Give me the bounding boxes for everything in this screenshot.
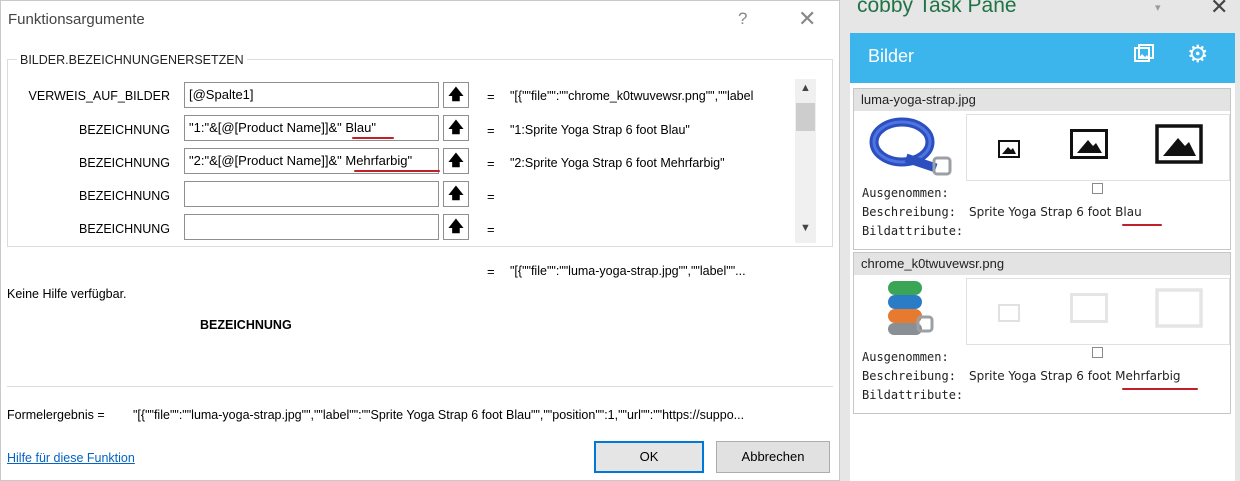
arg-result: "2:Sprite Yoga Strap 6 foot Mehrfarbig"	[510, 156, 725, 170]
description-label: Beschreibung:	[862, 205, 956, 219]
image-medium-icon[interactable]	[1070, 293, 1108, 326]
image-large-icon[interactable]	[1155, 288, 1203, 331]
equals-sign: =	[487, 89, 495, 104]
scrollbar-thumb[interactable]	[796, 103, 815, 131]
collapse-arrow-icon[interactable]: 🡅	[443, 148, 469, 174]
arg-label: BEZEICHNUNG	[79, 189, 170, 203]
arg-input-bezeichnung-1[interactable]: "1:"&[@[Product Name]]&" Blau"	[184, 115, 439, 141]
image-gallery-icon[interactable]	[1133, 44, 1155, 72]
equals-sign: =	[487, 222, 495, 237]
help-text: Keine Hilfe verfügbar.	[7, 287, 127, 301]
arg-result: "1:Sprite Yoga Strap 6 foot Blau"	[510, 123, 690, 137]
formula-result-label: Formelergebnis =	[7, 408, 105, 422]
pane-header-title: Bilder	[868, 46, 915, 66]
image-card-filename: luma-yoga-strap.jpg	[854, 89, 1230, 111]
equals-sign: =	[487, 123, 495, 138]
task-pane-title: cobby Task Pane	[857, 0, 1017, 17]
arg-result: "[{""file"":""chrome_k0twuvewsr.png"",""…	[510, 89, 754, 103]
equals-sign: =	[487, 156, 495, 171]
image-card-filename: chrome_k0twuvewsr.png	[854, 253, 1230, 275]
image-attributes-label: Bildattribute:	[862, 388, 964, 402]
equals-sign: =	[487, 264, 495, 279]
collapse-arrow-icon[interactable]: 🡅	[443, 214, 469, 240]
pane-options-icon[interactable]: ▾	[1155, 1, 1161, 14]
image-attributes-label: Bildattribute:	[862, 224, 964, 238]
equals-sign: =	[487, 189, 495, 204]
collapse-arrow-icon[interactable]: 🡅	[443, 115, 469, 141]
image-small-icon[interactable]	[998, 304, 1020, 325]
ok-button[interactable]: OK	[594, 441, 704, 473]
collapse-arrow-icon[interactable]: 🡅	[443, 82, 469, 108]
gear-icon[interactable]: ⚙	[1187, 40, 1209, 69]
red-underline	[352, 137, 394, 139]
dialog-title: Funktionsargumente	[8, 11, 145, 28]
help-link[interactable]: Hilfe für diese Funktion	[7, 451, 135, 465]
arg-label: BEZEICHNUNG	[79, 123, 170, 137]
arg-input-bezeichnung-4[interactable]	[184, 214, 439, 240]
collapse-arrow-icon[interactable]: 🡅	[443, 181, 469, 207]
divider	[7, 386, 833, 387]
image-medium-icon[interactable]	[1070, 129, 1108, 162]
excluded-checkbox[interactable]	[1092, 183, 1103, 194]
scroll-up-icon[interactable]: ▲	[800, 82, 811, 94]
image-small-icon[interactable]	[998, 140, 1020, 161]
formula-result-value: "[{""file"":""luma-yoga-strap.jpg"",""la…	[133, 408, 745, 422]
image-large-icon[interactable]	[1155, 124, 1203, 167]
help-icon[interactable]: ?	[738, 9, 747, 29]
excluded-label: Ausgenommen:	[862, 350, 949, 364]
red-underline	[1122, 388, 1198, 390]
scroll-down-icon[interactable]: ▼	[800, 222, 811, 234]
arg-input-bezeichnung-3[interactable]	[184, 181, 439, 207]
excluded-checkbox[interactable]	[1092, 347, 1103, 358]
arg-label: BEZEICHNUNG	[79, 222, 170, 236]
cancel-button[interactable]: Abbrechen	[716, 441, 830, 473]
red-underline	[1122, 224, 1162, 226]
arg-label: VERWEIS_AUF_BILDER	[28, 89, 170, 103]
description-label: Beschreibung:	[862, 369, 956, 383]
function-name: BILDER.BEZEICHNUNGENERSETZEN	[17, 53, 247, 67]
red-underline	[354, 170, 440, 172]
arg-label: BEZEICHNUNG	[79, 156, 170, 170]
product-thumbnail[interactable]	[880, 277, 940, 344]
close-icon[interactable]: ✕	[798, 6, 816, 32]
function-result: "[{""file"":""luma-yoga-strap.jpg"",""la…	[510, 264, 746, 278]
current-argument-name: BEZEICHNUNG	[200, 318, 292, 332]
excluded-label: Ausgenommen:	[862, 186, 949, 200]
description-value[interactable]: Sprite Yoga Strap 6 foot Blau	[969, 205, 1142, 219]
pane-close-icon[interactable]: ✕	[1210, 0, 1228, 20]
product-thumbnail[interactable]	[866, 114, 956, 181]
arg-input-verweis[interactable]: [@Spalte1]	[184, 82, 439, 108]
description-value[interactable]: Sprite Yoga Strap 6 foot Mehrfarbig	[969, 369, 1181, 383]
